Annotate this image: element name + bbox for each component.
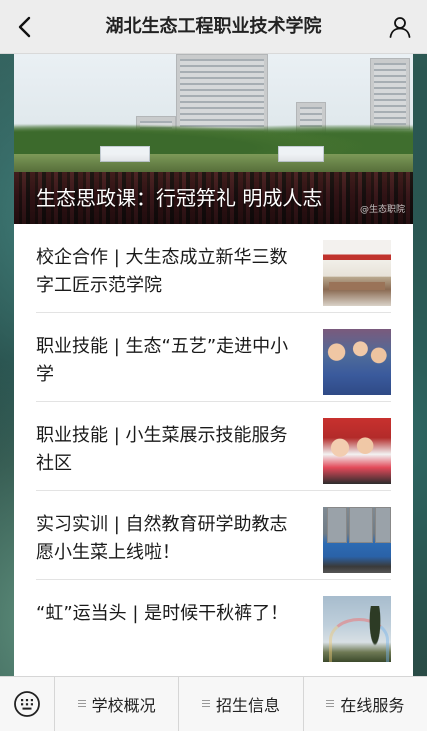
keyboard-toggle-button[interactable] [0, 677, 55, 731]
keyboard-toggle-icon [14, 691, 40, 717]
menu-list-icon [201, 699, 210, 709]
menu-school-overview[interactable]: 学校概况 [55, 677, 180, 731]
hero-caption: 生态思政课：行冠笄礼 明成人志 [36, 186, 323, 210]
article-title: 实习实训 | 自然教育研学助教志愿小生菜上线啦！ [36, 514, 288, 563]
top-navigation-bar: 湖北生态工程职业技术学院 [0, 0, 427, 54]
back-button[interactable] [8, 10, 42, 44]
profile-button[interactable] [383, 10, 417, 44]
article-item[interactable]: 校企合作 | 大生态成立新华三数字工匠示范学院 [36, 224, 391, 313]
menu-label: 招生信息 [215, 696, 280, 715]
menu-online-service[interactable]: 在线服务 [304, 677, 427, 731]
menu-list-icon [326, 699, 335, 709]
page-title: 湖北生态工程职业技术学院 [105, 16, 322, 37]
hero-article[interactable]: 生态思政课：行冠笄礼 明成人志 @生态职院 [14, 54, 413, 224]
article-thumbnail [323, 596, 391, 662]
article-list: 校企合作 | 大生态成立新华三数字工匠示范学院 职业技能 | 生态“五艺”走进中… [14, 224, 413, 669]
user-profile-icon [389, 17, 411, 38]
article-item[interactable]: “虹”运当头 | 是时候干秋裤了！ [36, 580, 391, 669]
article-title: “虹”运当头 | 是时候干秋裤了！ [36, 603, 289, 624]
article-item[interactable]: 实习实训 | 自然教育研学助教志愿小生菜上线啦！ [36, 491, 391, 580]
article-title: 职业技能 | 小生菜展示技能服务社区 [36, 425, 288, 474]
menu-admission-info[interactable]: 招生信息 [179, 677, 304, 731]
article-thumbnail [323, 418, 391, 484]
article-thumbnail [323, 240, 391, 306]
back-chevron-icon [18, 16, 31, 38]
article-item[interactable]: 职业技能 | 生态“五艺”走进中小学 [36, 313, 391, 402]
article-thumbnail [323, 507, 391, 573]
bottom-menu-bar: 学校概况 招生信息 在线服务 [0, 676, 427, 731]
news-card: 生态思政课：行冠笄礼 明成人志 @生态职院 校企合作 | 大生态成立新华三数字工… [14, 54, 413, 676]
article-title: 校企合作 | 大生态成立新华三数字工匠示范学院 [36, 247, 288, 296]
menu-list-icon [77, 699, 86, 709]
article-thumbnail [323, 329, 391, 395]
article-title: 职业技能 | 生态“五艺”走进中小学 [36, 336, 289, 385]
menu-label: 在线服务 [340, 696, 405, 715]
hero-watermark: @生态职院 [359, 205, 405, 215]
article-item[interactable]: 职业技能 | 小生菜展示技能服务社区 [36, 402, 391, 491]
menu-label: 学校概况 [91, 696, 156, 715]
